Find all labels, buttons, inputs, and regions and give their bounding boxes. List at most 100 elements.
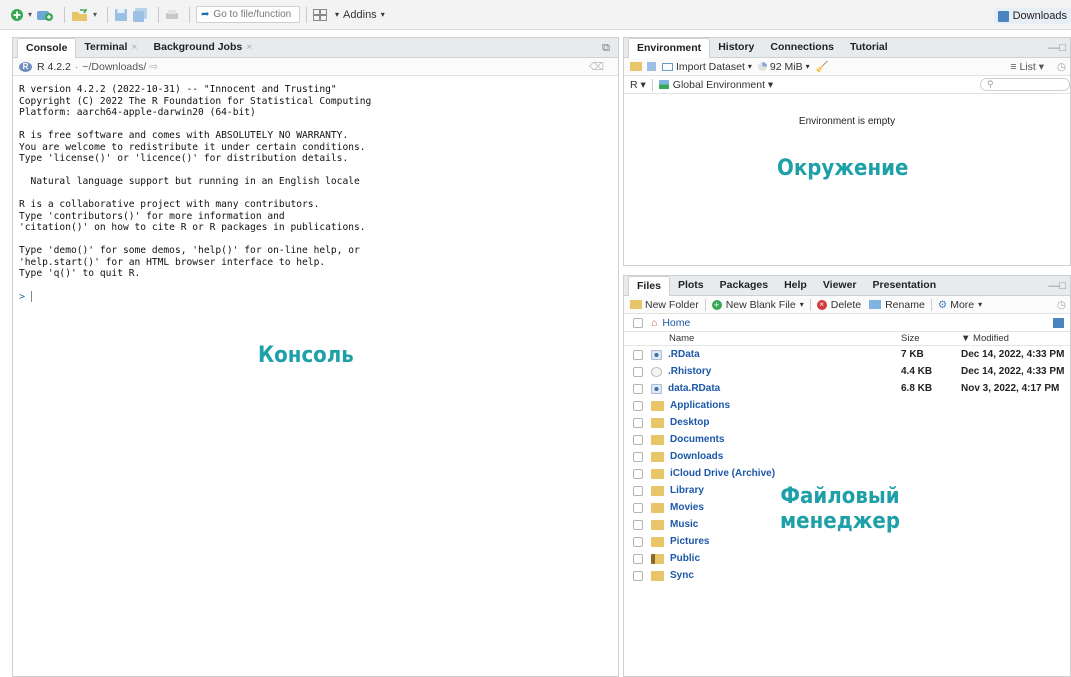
column-size[interactable]: Size [901, 333, 919, 344]
file-checkbox[interactable] [633, 570, 643, 581]
tab-tutorial[interactable]: Tutorial [842, 38, 896, 57]
minimize-pane-icon[interactable]: —□ [1048, 42, 1066, 54]
print-icon[interactable] [165, 5, 179, 25]
file-row[interactable]: .RData 7 KB Dec 14, 2022, 4:33 PM [624, 346, 1070, 363]
working-directory[interactable]: ~/Downloads/ [82, 61, 146, 73]
file-checkbox[interactable] [633, 468, 643, 479]
file-checkbox[interactable] [633, 451, 643, 462]
file-checkbox[interactable] [633, 434, 643, 445]
new-project-icon[interactable] [36, 5, 54, 25]
goto-file-function-input[interactable]: ➦ Go to file/function [196, 6, 301, 23]
file-row[interactable]: data.RData 6.8 KB Nov 3, 2022, 4:17 PM [624, 380, 1070, 397]
tab-terminal[interactable]: Terminal × [76, 38, 145, 57]
file-checkbox[interactable] [633, 417, 643, 428]
go-to-working-dir-icon[interactable] [1053, 317, 1064, 328]
new-file-icon[interactable] [10, 5, 24, 25]
file-name[interactable]: Sync [670, 570, 694, 581]
file-name[interactable]: Music [670, 519, 698, 530]
file-row[interactable]: Desktop [624, 414, 1070, 431]
environment-scope-select[interactable]: Global Environment ▾ [673, 79, 773, 91]
file-name[interactable]: Downloads [670, 451, 723, 462]
rename-button[interactable]: Rename [869, 299, 925, 311]
refresh-icon[interactable]: ◷ [1057, 299, 1066, 311]
select-all-checkbox[interactable] [633, 317, 643, 328]
environment-search-input[interactable]: ⚲ [980, 78, 1070, 91]
open-file-icon[interactable] [71, 5, 89, 25]
tab-history[interactable]: History [710, 38, 762, 57]
new-blank-file-button[interactable]: + New Blank File ▾ [711, 299, 804, 311]
file-row[interactable]: Applications [624, 397, 1070, 414]
file-name[interactable]: .Rhistory [668, 366, 711, 377]
refresh-icon[interactable]: ◷ [1057, 61, 1066, 73]
file-name[interactable]: iCloud Drive (Archive) [670, 468, 775, 479]
file-row[interactable]: .Rhistory 4.4 KB Dec 14, 2022, 4:33 PM [624, 363, 1070, 380]
load-workspace-icon[interactable] [630, 62, 642, 71]
file-name[interactable]: data.RData [668, 383, 720, 394]
minimize-pane-icon[interactable]: —□ [1048, 280, 1066, 292]
tab-files[interactable]: Files [628, 276, 670, 296]
file-checkbox[interactable] [633, 502, 643, 513]
chevron-down-icon[interactable]: ▾ [28, 5, 32, 25]
more-menu[interactable]: ⚙ More ▾ [938, 299, 982, 311]
toolbar-divider [64, 6, 66, 23]
file-name[interactable]: Documents [670, 434, 724, 445]
project-menu[interactable]: Downloads [993, 8, 1071, 24]
language-select[interactable]: R ▾ [630, 79, 646, 91]
maximize-pane-icon[interactable]: ⧉ [602, 42, 610, 55]
delete-button[interactable]: × Delete [816, 299, 861, 311]
chevron-down-icon[interactable]: ▾ [93, 5, 97, 25]
console-input[interactable]: > [13, 290, 618, 302]
import-dataset-button[interactable]: Import Dataset [676, 61, 745, 73]
file-name[interactable]: Movies [670, 502, 704, 513]
tab-presentation[interactable]: Presentation [865, 276, 945, 295]
file-row[interactable]: Sync [624, 567, 1070, 584]
tab-environment[interactable]: Environment [628, 38, 711, 58]
file-checkbox[interactable] [633, 366, 643, 377]
column-name[interactable]: Name [669, 333, 694, 344]
file-row[interactable]: Public [624, 550, 1070, 567]
list-view-menu[interactable]: ≡ List ▾ [1010, 61, 1044, 73]
clear-objects-icon[interactable]: 🧹 [816, 60, 829, 73]
file-row[interactable]: Documents [624, 431, 1070, 448]
chevron-down-icon[interactable]: ▾ [806, 62, 810, 71]
file-row[interactable]: iCloud Drive (Archive) [624, 465, 1070, 482]
save-all-icon[interactable] [132, 5, 148, 25]
file-name[interactable]: Applications [670, 400, 730, 411]
file-row[interactable]: Downloads [624, 448, 1070, 465]
new-folder-button[interactable]: New Folder [630, 299, 699, 311]
file-name[interactable]: Desktop [670, 417, 709, 428]
tab-connections-label: Connections [770, 41, 834, 53]
chevron-down-icon[interactable]: ▾ [748, 62, 752, 71]
close-icon[interactable]: × [246, 41, 252, 53]
clear-console-icon[interactable]: ⌫ [589, 61, 604, 73]
file-checkbox[interactable] [633, 519, 643, 530]
tab-connections[interactable]: Connections [762, 38, 842, 57]
file-row[interactable]: Pictures [624, 533, 1070, 550]
column-modified[interactable]: ▼ Modified [961, 333, 1009, 344]
tab-help[interactable]: Help [776, 276, 815, 295]
memory-usage[interactable]: 92 MiB [770, 61, 803, 73]
breadcrumb-home[interactable]: Home [662, 317, 690, 329]
file-checkbox[interactable] [633, 553, 643, 564]
addins-menu[interactable]: ▾ Addins ▾ [335, 5, 385, 25]
tab-background-jobs[interactable]: Background Jobs × [146, 38, 261, 57]
tab-plots[interactable]: Plots [670, 276, 712, 295]
file-checkbox[interactable] [633, 485, 643, 496]
go-to-directory-icon[interactable]: ⇨ [149, 61, 158, 73]
environment-scope-label: Global Environment [672, 78, 766, 91]
file-checkbox[interactable] [633, 383, 643, 394]
file-checkbox[interactable] [633, 536, 643, 547]
tab-console[interactable]: Console [17, 38, 77, 58]
file-checkbox[interactable] [633, 349, 643, 360]
file-name[interactable]: .RData [668, 349, 700, 360]
close-icon[interactable]: × [131, 41, 137, 53]
file-name[interactable]: Pictures [670, 536, 709, 547]
tab-viewer[interactable]: Viewer [815, 276, 865, 295]
save-workspace-icon[interactable] [647, 62, 656, 71]
file-checkbox[interactable] [633, 400, 643, 411]
file-name[interactable]: Library [670, 485, 704, 496]
grid-layout-icon[interactable] [313, 5, 328, 25]
file-name[interactable]: Public [670, 553, 700, 564]
save-icon[interactable] [114, 5, 128, 25]
tab-packages[interactable]: Packages [712, 276, 776, 295]
